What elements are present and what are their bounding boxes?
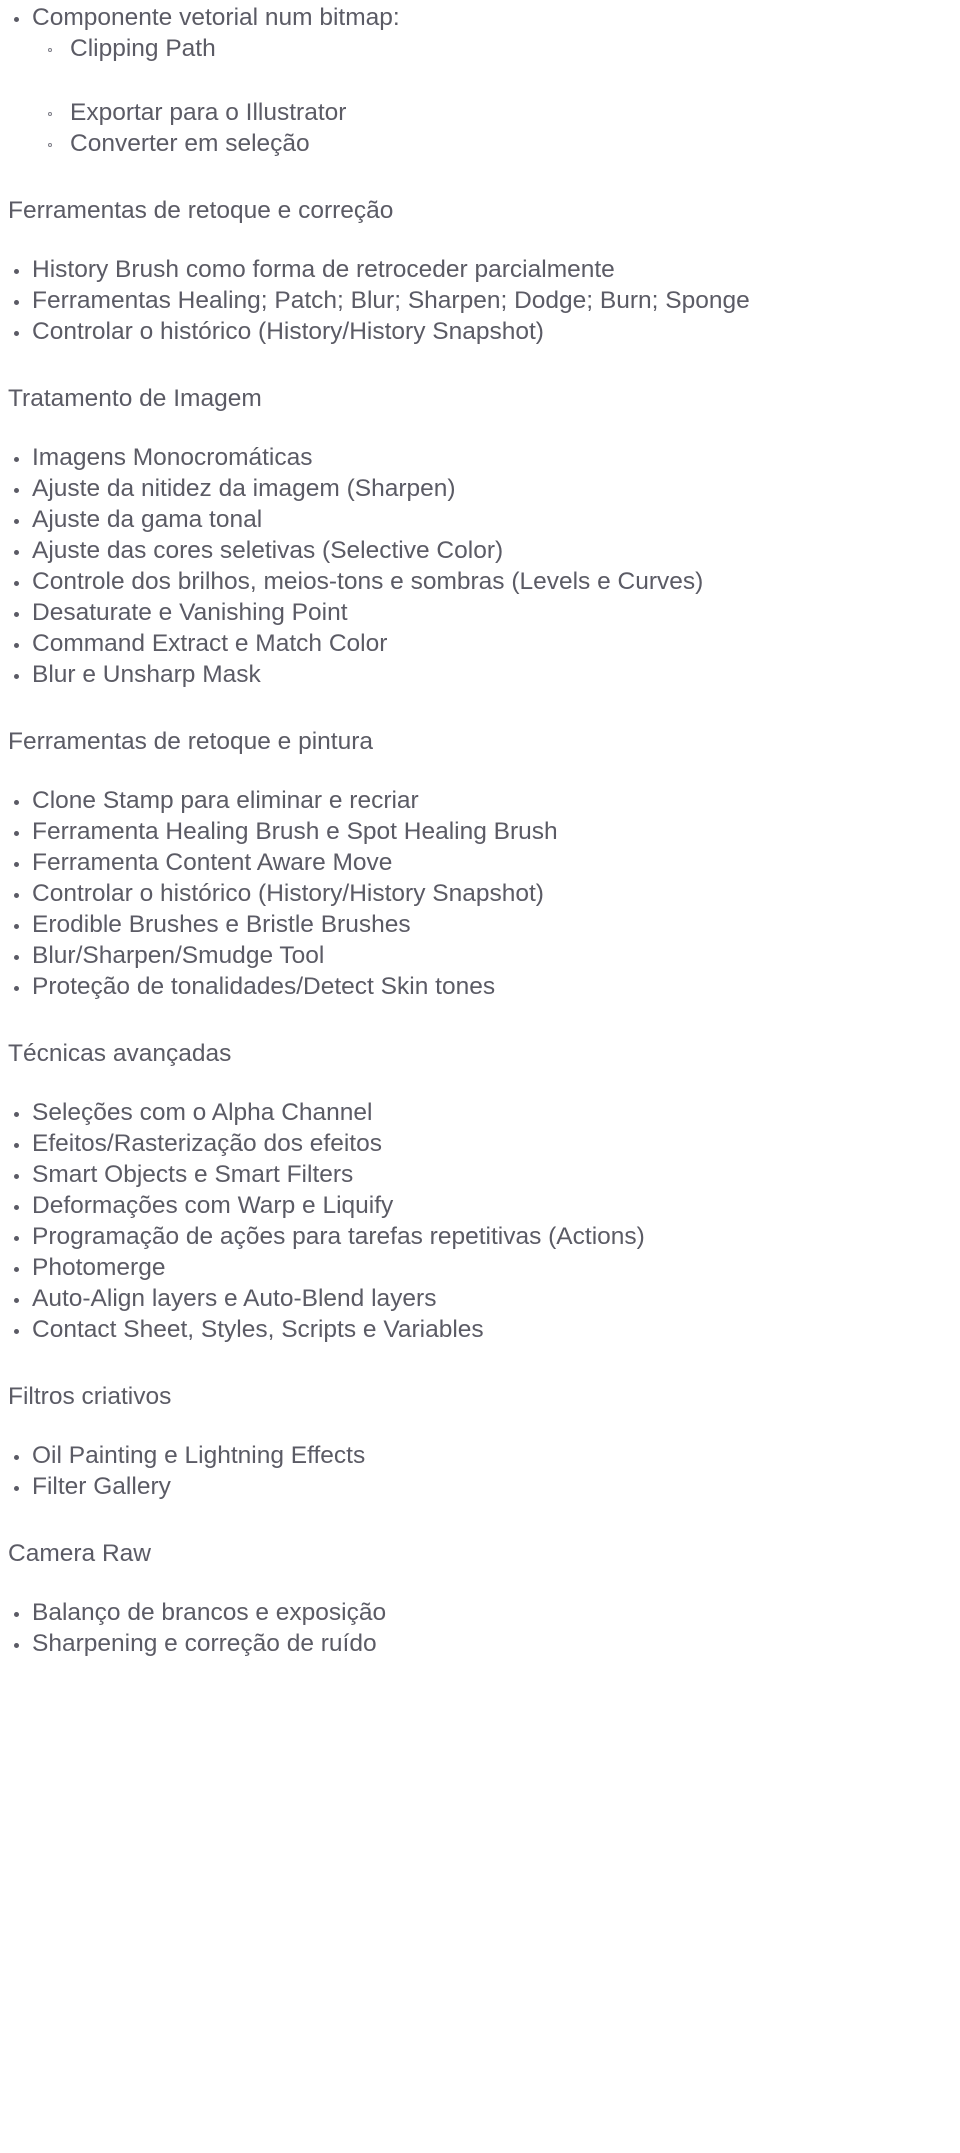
list-item: Oil Painting e Lightning Effects	[4, 1440, 960, 1471]
list-item: Controlar o histórico (History/History S…	[4, 878, 960, 909]
list-item: Command Extract e Match Color	[4, 628, 960, 659]
list-item: Converter em seleção	[4, 128, 960, 159]
list-item: Desaturate e Vanishing Point	[4, 597, 960, 628]
list-item: Ferramenta Healing Brush e Spot Healing …	[4, 816, 960, 847]
section-heading: Camera Raw	[8, 1540, 151, 1567]
list-item: Programação de ações para tarefas repeti…	[4, 1221, 960, 1252]
bullet-list-level2: Exportar para o Illustrator Converter em…	[4, 97, 960, 159]
list-item: Clipping Path	[4, 33, 960, 64]
section-heading: Filtros criativos	[8, 1383, 172, 1410]
bullet-list-level1: Clone Stamp para eliminar e recriar Ferr…	[4, 785, 960, 1002]
list-item: History Brush como forma de retroceder p…	[4, 254, 960, 285]
list-item: Efeitos/Rasterização dos efeitos	[4, 1128, 960, 1159]
bullet-list-level1: History Brush como forma de retroceder p…	[4, 254, 960, 347]
list-item: Blur e Unsharp Mask	[4, 659, 960, 690]
list-item: Sharpening e correção de ruído	[4, 1628, 960, 1659]
list-item: Filter Gallery	[4, 1471, 960, 1502]
list-item: Auto-Align layers e Auto-Blend layers	[4, 1283, 960, 1314]
list-item: Seleções com o Alpha Channel	[4, 1097, 960, 1128]
list-item: Exportar para o Illustrator	[4, 97, 960, 128]
list-item: Erodible Brushes e Bristle Brushes	[4, 909, 960, 940]
list-item: Smart Objects e Smart Filters	[4, 1159, 960, 1190]
bullet-list-level1: Balanço de brancos e exposição Sharpenin…	[4, 1597, 960, 1659]
section-heading: Tratamento de Imagem	[8, 385, 262, 412]
document-content: Componente vetorial num bitmap: Clipping…	[0, 0, 960, 1659]
list-item: Componente vetorial num bitmap:	[4, 2, 960, 33]
list-item: Ajuste da gama tonal	[4, 504, 960, 535]
bullet-list-level1: Seleções com o Alpha Channel Efeitos/Ras…	[4, 1097, 960, 1345]
list-item: Photomerge	[4, 1252, 960, 1283]
list-item: Ajuste das cores seletivas (Selective Co…	[4, 535, 960, 566]
list-item: Controle dos brilhos, meios-tons e sombr…	[4, 566, 960, 597]
list-item: Contact Sheet, Styles, Scripts e Variabl…	[4, 1314, 960, 1345]
section-heading: Ferramentas de retoque e pintura	[8, 728, 373, 755]
list-item: Ferramenta Content Aware Move	[4, 847, 960, 878]
document-page: Componente vetorial num bitmap: Clipping…	[0, 0, 960, 2153]
list-item: Clone Stamp para eliminar e recriar	[4, 785, 960, 816]
bullet-list-level1: Componente vetorial num bitmap:	[4, 2, 960, 33]
section-heading: Técnicas avançadas	[8, 1040, 232, 1067]
list-item: Imagens Monocromáticas	[4, 442, 960, 473]
bullet-list-level1: Imagens Monocromáticas Ajuste da nitidez…	[4, 442, 960, 690]
bullet-list-level1: Oil Painting e Lightning Effects Filter …	[4, 1440, 960, 1502]
list-item: Balanço de brancos e exposição	[4, 1597, 960, 1628]
list-item: Proteção de tonalidades/Detect Skin tone…	[4, 971, 960, 1002]
bullet-list-level2: Clipping Path	[4, 33, 960, 64]
list-item: Ferramentas Healing; Patch; Blur; Sharpe…	[4, 285, 960, 316]
section-heading: Ferramentas de retoque e correção	[8, 197, 394, 224]
list-item: Ajuste da nitidez da imagem (Sharpen)	[4, 473, 960, 504]
list-item: Blur/Sharpen/Smudge Tool	[4, 940, 960, 971]
list-item: Controlar o histórico (History/History S…	[4, 316, 960, 347]
list-item: Deformações com Warp e Liquify	[4, 1190, 960, 1221]
